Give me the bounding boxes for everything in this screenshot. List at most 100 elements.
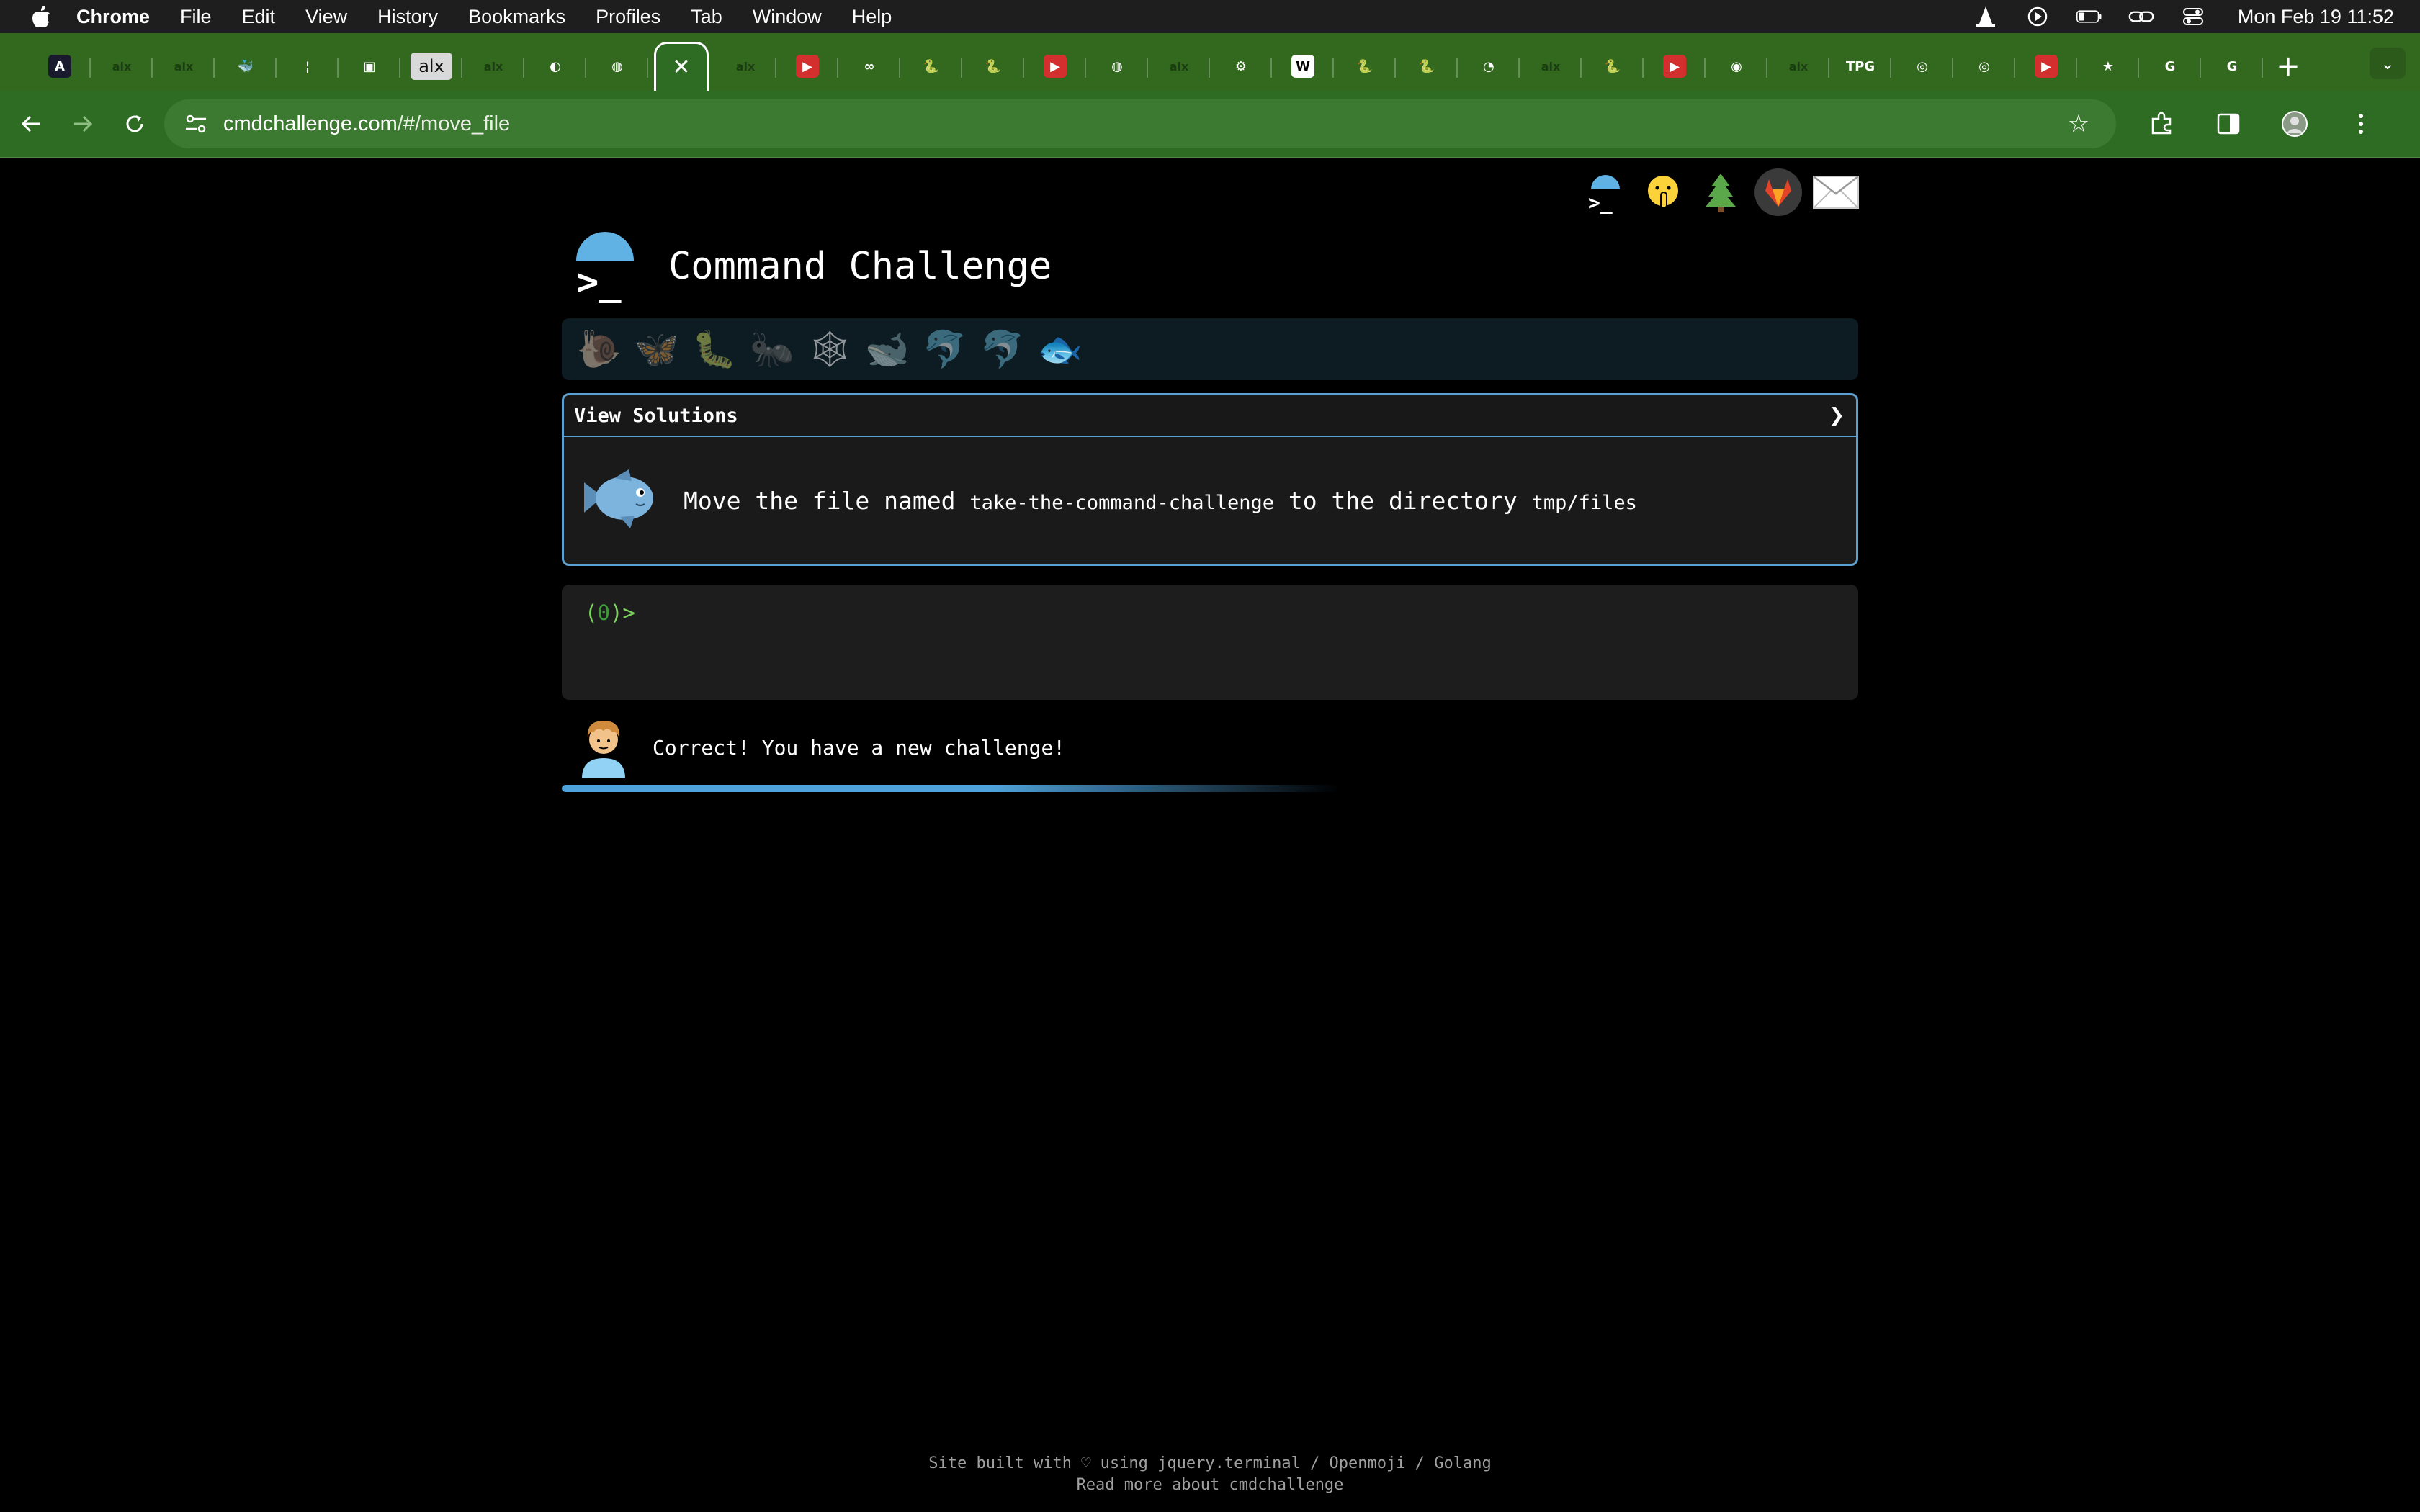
browser-tab[interactable]: ◐: [524, 42, 586, 91]
apple-menu-icon[interactable]: [26, 0, 58, 33]
link-chain-icon[interactable]: [2128, 6, 2154, 27]
browser-tab[interactable]: TPG: [1829, 42, 1891, 91]
browser-tab[interactable]: alx: [1520, 42, 1582, 91]
browser-tab[interactable]: ▶: [776, 42, 838, 91]
tab-favicon-icon: 🐍: [1604, 58, 1621, 74]
browser-tab[interactable]: ◎: [1891, 42, 1953, 91]
browser-tab[interactable]: ◔: [1458, 42, 1520, 91]
menu-clock[interactable]: Mon Feb 19 11:52: [2238, 6, 2394, 28]
browser-tab[interactable]: 🐍: [1396, 42, 1458, 91]
browser-tab[interactable]: G: [2139, 42, 2201, 91]
fish-icon: [578, 461, 658, 540]
level-caterpillar-icon[interactable]: 🐛: [686, 320, 743, 378]
level-shark-icon[interactable]: 🐬: [974, 320, 1031, 378]
level-butterfly-icon[interactable]: 🦋: [628, 320, 686, 378]
terminal-logo-icon[interactable]: >_: [569, 232, 638, 301]
bookmark-star-icon[interactable]: ☆: [2063, 108, 2094, 140]
tab-favicon-icon: ◐: [550, 58, 561, 74]
url-text[interactable]: cmdchallenge.com/#/move_file: [223, 112, 510, 136]
forward-button[interactable]: [62, 103, 104, 145]
tab-favicon-icon: ⚙: [1234, 58, 1247, 74]
browser-tab[interactable]: A: [29, 42, 91, 91]
browser-tab[interactable]: alx: [1148, 42, 1210, 91]
new-tab-button[interactable]: +: [2263, 42, 2313, 91]
browser-tab[interactable]: ▶: [1644, 42, 1706, 91]
view-solutions-label: View Solutions: [574, 404, 738, 427]
browser-tab[interactable]: ◍: [1086, 42, 1148, 91]
page-title[interactable]: Command Challenge: [668, 245, 1052, 288]
terminal-input[interactable]: (0)>: [562, 585, 1858, 700]
tab-active[interactable]: ✕: [654, 42, 709, 91]
browser-tab[interactable]: 🐍: [962, 42, 1024, 91]
tab-favicon-icon: 🐳: [237, 58, 254, 74]
browser-tab[interactable]: ¦: [277, 42, 339, 91]
tab-favicon-icon: ★: [2102, 58, 2115, 74]
browser-tab[interactable]: alx: [153, 42, 215, 91]
menu-profiles[interactable]: Profiles: [596, 6, 660, 28]
tab-favicon-icon: ▣: [363, 58, 376, 74]
gitlab-icon[interactable]: [1752, 166, 1805, 219]
level-web-icon[interactable]: 🕸: [801, 320, 859, 378]
menu-window[interactable]: Window: [753, 6, 822, 28]
browser-tab[interactable]: ★: [2077, 42, 2139, 91]
back-button[interactable]: [10, 103, 52, 145]
address-bar[interactable]: cmdchallenge.com/#/move_file ☆: [164, 99, 2116, 148]
browser-tab[interactable]: ∞: [838, 42, 900, 91]
battery-icon[interactable]: [2076, 6, 2102, 27]
vlc-cone-icon[interactable]: [1973, 6, 1999, 27]
level-snail-icon[interactable]: 🐌: [570, 320, 628, 378]
extensions-puzzle-icon[interactable]: [2142, 104, 2182, 144]
browser-tab[interactable]: ▶: [1024, 42, 1086, 91]
browser-tab[interactable]: 🐍: [1334, 42, 1396, 91]
browser-tab[interactable]: ◎: [1953, 42, 2015, 91]
browser-tab[interactable]: alx: [1767, 42, 1829, 91]
level-dolphin-icon[interactable]: 🐬: [916, 320, 974, 378]
browser-tab[interactable]: alx: [400, 42, 462, 91]
footer-read-more-link[interactable]: Read more about cmdchallenge: [0, 1475, 2420, 1496]
menu-view[interactable]: View: [305, 6, 347, 28]
browser-tab[interactable]: 🐳: [215, 42, 277, 91]
browser-tab[interactable]: alx: [714, 42, 776, 91]
close-tab-icon[interactable]: ✕: [670, 55, 693, 80]
browser-tab[interactable]: 🐍: [1582, 42, 1644, 91]
side-panel-icon[interactable]: [2208, 104, 2249, 144]
browser-tab[interactable]: ◍: [586, 42, 648, 91]
shush-face-icon[interactable]: [1636, 166, 1690, 219]
menu-file[interactable]: File: [180, 6, 212, 28]
reload-button[interactable]: [114, 103, 156, 145]
footer-credits[interactable]: Site built with ♡ using jquery.terminal …: [0, 1453, 2420, 1475]
browser-tab[interactable]: alx: [91, 42, 153, 91]
level-ant-icon[interactable]: 🐜: [743, 320, 801, 378]
browser-tab[interactable]: alx: [462, 42, 524, 91]
menu-edit[interactable]: Edit: [242, 6, 276, 28]
cmdchallenge-logo-icon[interactable]: >_: [1579, 166, 1632, 219]
chrome-menu-icon[interactable]: [2341, 104, 2381, 144]
menu-app-name[interactable]: Chrome: [76, 6, 150, 28]
site-settings-icon[interactable]: [182, 109, 210, 138]
view-solutions-toggle[interactable]: View Solutions ❯: [564, 395, 1856, 437]
menu-bookmarks[interactable]: Bookmarks: [468, 6, 565, 28]
browser-tab[interactable]: ▣: [339, 42, 400, 91]
browser-tab[interactable]: 🐍: [900, 42, 962, 91]
profile-avatar-icon[interactable]: [2275, 104, 2315, 144]
browser-tab[interactable]: ⚙: [1210, 42, 1272, 91]
tab-favicon-icon: alx: [112, 59, 132, 73]
menu-history[interactable]: History: [377, 6, 438, 28]
menu-help[interactable]: Help: [852, 6, 892, 28]
tab-favicon-icon: alx: [1169, 59, 1189, 73]
terminal-prompt: (0)>: [585, 600, 1835, 625]
play-circle-icon[interactable]: [2025, 6, 2051, 27]
tab-search-button[interactable]: ⌄: [2370, 48, 2406, 79]
tree-icon[interactable]: [1694, 166, 1747, 219]
level-whale-icon[interactable]: 🐋: [859, 320, 916, 378]
level-fish-icon[interactable]: 🐟: [1031, 320, 1089, 378]
browser-tab[interactable]: W: [1272, 42, 1334, 91]
control-center-icon[interactable]: [2180, 6, 2206, 27]
browser-tab[interactable]: G: [2201, 42, 2263, 91]
tab-favicon-icon: TPG: [1845, 58, 1876, 74]
menu-tab[interactable]: Tab: [691, 6, 722, 28]
browser-tab[interactable]: ◉: [1706, 42, 1767, 91]
mail-icon[interactable]: [1809, 166, 1863, 219]
challenge-file-name: take-the-command-challenge: [969, 491, 1274, 514]
browser-tab[interactable]: ▶: [2015, 42, 2077, 91]
